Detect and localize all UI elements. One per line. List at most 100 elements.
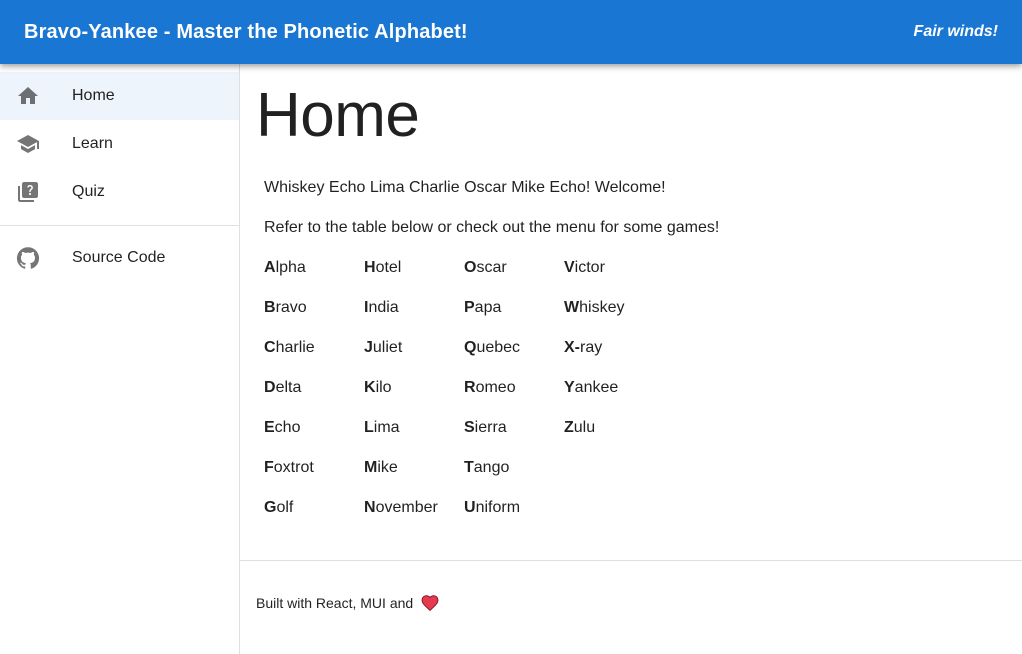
- phonetic-word: Uniform: [464, 498, 564, 538]
- phonetic-initial: M: [364, 459, 378, 476]
- phonetic-initial: V: [564, 259, 575, 276]
- phonetic-initial: Z: [564, 419, 574, 436]
- phonetic-initial: X-: [564, 339, 580, 356]
- sidebar-item-label: Source Code: [72, 249, 166, 266]
- heart-icon: [421, 595, 439, 612]
- footer-text: Built with React, MUI and: [256, 595, 414, 611]
- welcome-text: Whiskey Echo Lima Charlie Oscar Mike Ech…: [264, 179, 666, 196]
- phonetic-initial: R: [464, 379, 476, 396]
- phonetic-rest: apa: [474, 299, 502, 316]
- phonetic-word: Romeo: [464, 378, 564, 418]
- phonetic-initial: G: [264, 499, 277, 516]
- phonetic-rest: olf: [276, 499, 294, 516]
- phonetic-rest: ierra: [474, 419, 507, 436]
- sidebar-divider: [0, 225, 239, 226]
- phonetic-initial: U: [464, 499, 476, 516]
- sidebar-item-home[interactable]: Home: [0, 72, 239, 120]
- phonetic-word: Yankee: [564, 378, 664, 418]
- phonetic-word: Oscar: [464, 258, 564, 298]
- phonetic-rest: ravo: [275, 299, 307, 316]
- phonetic-initial: A: [264, 259, 276, 276]
- phonetic-rest: uliet: [372, 339, 403, 356]
- phonetic-word: Hotel: [364, 258, 464, 298]
- phonetic-rest: cho: [274, 419, 301, 436]
- phonetic-initial: P: [464, 299, 475, 316]
- phonetic-word: India: [364, 298, 464, 338]
- phonetic-word: Golf: [264, 498, 364, 538]
- phonetic-word: Tango: [464, 458, 564, 498]
- sidebar-nav: Home Learn Quiz: [0, 72, 239, 216]
- phonetic-initial: B: [264, 299, 276, 316]
- phonetic-word: Zulu: [564, 418, 664, 458]
- phonetic-word: Sierra: [464, 418, 564, 458]
- phonetic-initial: Q: [464, 339, 477, 356]
- phonetic-rest: ray: [580, 339, 603, 356]
- phonetic-rest: ilo: [375, 379, 392, 396]
- phonetic-word: Echo: [264, 418, 364, 458]
- phonetic-word: Papa: [464, 298, 564, 338]
- phonetic-word: November: [364, 498, 464, 538]
- sidebar-item-label: Learn: [72, 135, 113, 152]
- phonetic-rest: ike: [377, 459, 398, 476]
- sidebar-item-learn[interactable]: Learn: [0, 120, 239, 168]
- sidebar: Home Learn Quiz Source Code: [0, 64, 240, 654]
- phonetic-rest: ankee: [574, 379, 619, 396]
- phonetic-rest: niform: [475, 499, 521, 516]
- phonetic-initial: E: [264, 419, 275, 436]
- phonetic-initial: W: [564, 299, 580, 316]
- phonetic-rest: otel: [375, 259, 402, 276]
- quiz-icon: [16, 180, 40, 204]
- phonetic-initial: Y: [564, 379, 575, 396]
- sidebar-item-source-code[interactable]: Source Code: [0, 234, 239, 282]
- phonetic-rest: lpha: [275, 259, 306, 276]
- phonetic-initial: L: [364, 419, 374, 436]
- phonetic-word: Foxtrot: [264, 458, 364, 498]
- phonetic-rest: scar: [476, 259, 507, 276]
- phonetic-initial: F: [264, 459, 274, 476]
- sidebar-item-label: Home: [72, 87, 115, 104]
- phonetic-rest: ulu: [573, 419, 596, 436]
- phonetic-rest: ovember: [375, 499, 438, 516]
- home-icon: [16, 84, 40, 108]
- school-icon: [16, 132, 40, 156]
- phonetic-word: Lima: [364, 418, 464, 458]
- phonetic-initial: J: [364, 339, 373, 356]
- phonetic-word: Delta: [264, 378, 364, 418]
- app-tagline: Fair winds!: [913, 23, 998, 40]
- phonetic-rest: uebec: [476, 339, 521, 356]
- phonetic-word: Kilo: [364, 378, 464, 418]
- phonetic-initial: T: [464, 459, 474, 476]
- phonetic-rest: oxtrot: [273, 459, 314, 476]
- page-title: Home: [256, 81, 420, 150]
- phonetic-rest: ima: [373, 419, 400, 436]
- sidebar-secondary: Source Code: [0, 234, 239, 282]
- github-icon: [16, 246, 40, 270]
- footer: Built with React, MUI and: [256, 594, 439, 612]
- main-content: Home Whiskey Echo Lima Charlie Oscar Mik…: [240, 64, 1022, 654]
- phonetic-alphabet-table: Alpha Bravo Charlie Delta Echo Foxtrot Golf Hot…: [264, 258, 664, 538]
- phonetic-initial: K: [364, 379, 376, 396]
- phonetic-word: Whiskey: [564, 298, 664, 338]
- sidebar-item-label: Quiz: [72, 183, 105, 200]
- footer-divider: [240, 560, 1022, 561]
- sidebar-item-quiz[interactable]: Quiz: [0, 168, 239, 216]
- phonetic-word: X-ray: [564, 338, 664, 378]
- phonetic-initial: S: [464, 419, 475, 436]
- phonetic-word: Quebec: [464, 338, 564, 378]
- phonetic-initial: O: [464, 259, 477, 276]
- intro-text: Refer to the table below or check out th…: [264, 219, 720, 236]
- phonetic-rest: ango: [473, 459, 510, 476]
- phonetic-word: Charlie: [264, 338, 364, 378]
- phonetic-word: Juliet: [364, 338, 464, 378]
- phonetic-initial: H: [364, 259, 376, 276]
- phonetic-word: Mike: [364, 458, 464, 498]
- phonetic-word: Bravo: [264, 298, 364, 338]
- phonetic-word: Alpha: [264, 258, 364, 298]
- phonetic-rest: omeo: [475, 379, 516, 396]
- app-bar: Bravo-Yankee - Master the Phonetic Alpha…: [0, 0, 1022, 64]
- phonetic-word: Victor: [564, 258, 664, 298]
- phonetic-initial: D: [264, 379, 276, 396]
- phonetic-rest: hiskey: [579, 299, 625, 316]
- phonetic-rest: elta: [275, 379, 302, 396]
- phonetic-initial: C: [264, 339, 276, 356]
